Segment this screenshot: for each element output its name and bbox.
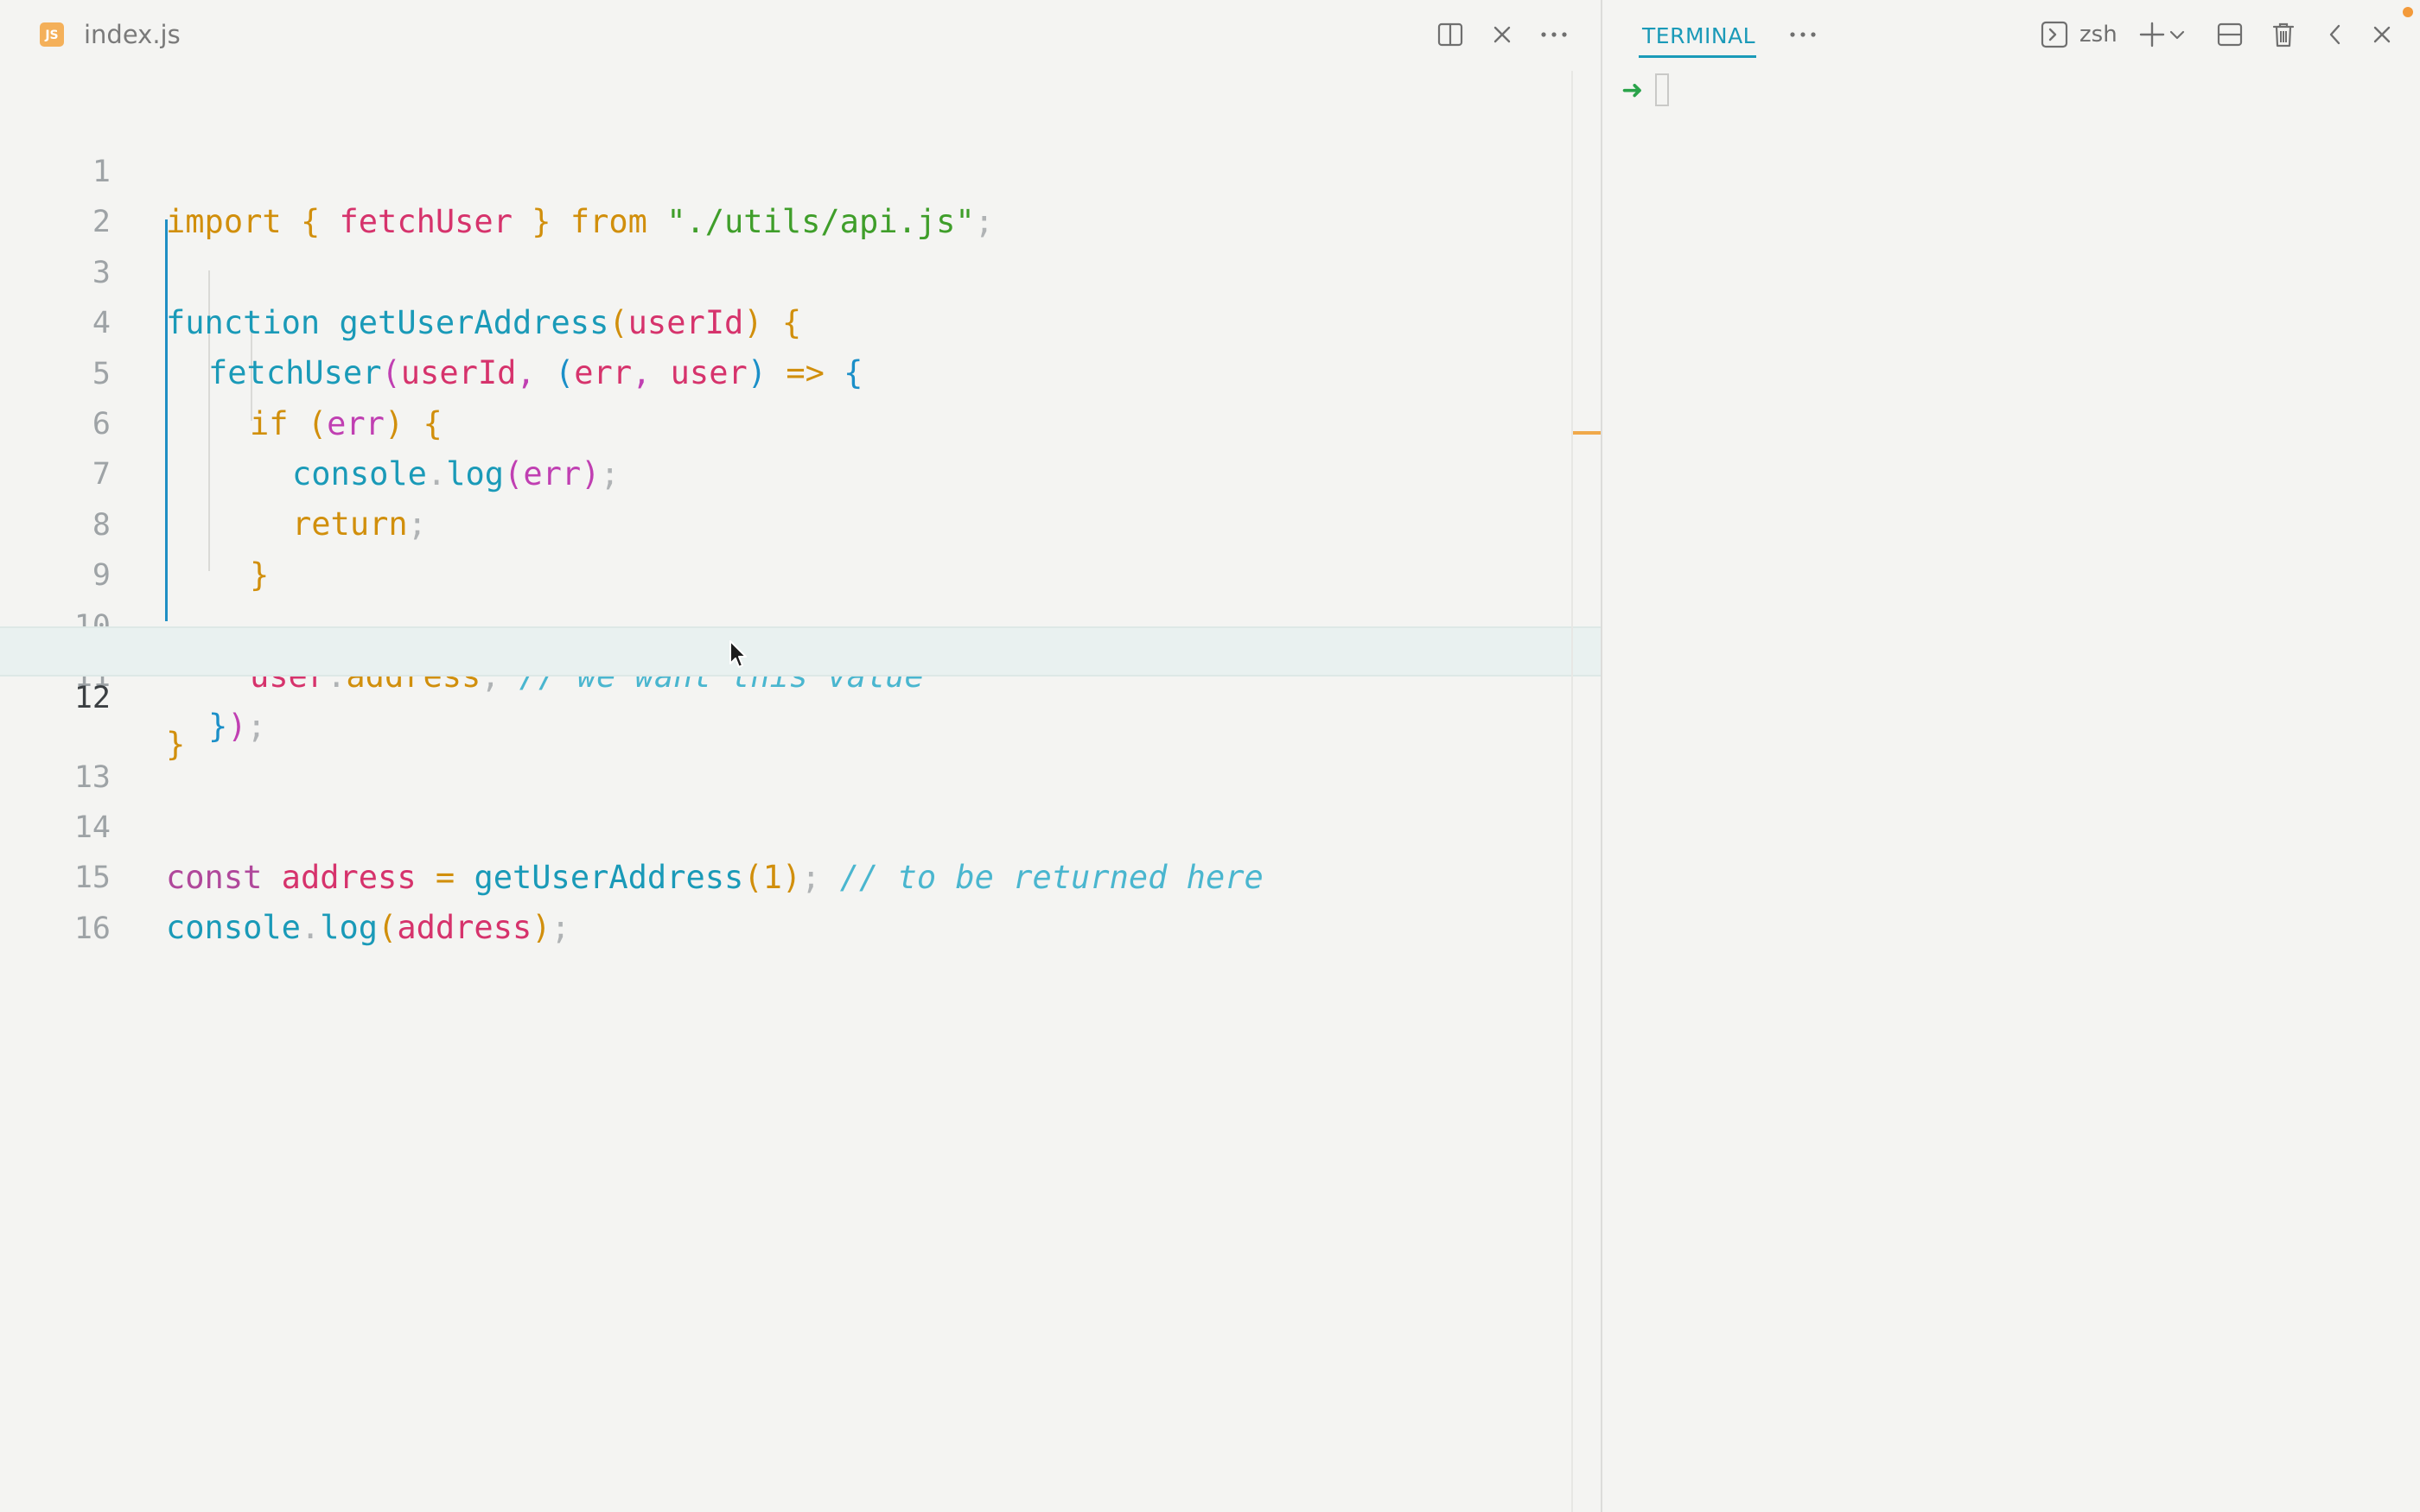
terminal-shell-icon [2041, 21, 2068, 48]
split-terminal-icon [2217, 22, 2243, 47]
split-terminal-button[interactable] [2211, 16, 2249, 54]
code-line-3: 3 function getUserAddress(userId) { [0, 198, 1601, 341]
overview-ruler[interactable] [1571, 71, 1573, 1512]
code-line-6: 6 console.log(err); [0, 349, 1601, 492]
active-tab-indicator [1639, 55, 1756, 58]
chevron-left-icon [2329, 24, 2340, 45]
chevron-down-icon [2169, 30, 2185, 40]
code-line-14: 14 const address = getUserAddress(1); //… [0, 753, 1601, 896]
terminal-prompt[interactable]: ➜ [1621, 71, 1670, 109]
add-icon [2139, 22, 2165, 48]
code-line-2: 2 [0, 147, 1601, 239]
close-editor-button[interactable] [1483, 16, 1521, 54]
close-icon [2373, 26, 2391, 43]
close-icon [1493, 26, 1511, 43]
code-line-7: 7 return; [0, 399, 1601, 543]
code-line-16: 16 [0, 854, 1601, 946]
editor-tab-title[interactable]: index.js [84, 17, 181, 52]
terminal-shell-label: zsh [2079, 22, 2118, 48]
split-editor-icon [1437, 22, 1463, 47]
overview-ruler-marker [1573, 431, 1601, 435]
trash-icon [2272, 22, 2295, 48]
close-terminal-button[interactable] [2363, 16, 2401, 54]
terminal-cursor [1655, 73, 1670, 106]
code-line-8: 8 } [0, 450, 1601, 594]
terminal-more-actions-button[interactable] [1784, 16, 1822, 54]
line-content: console.log(address); [166, 909, 570, 946]
terminal-panel: TERMINAL zsh ➜ [1602, 0, 2420, 1512]
terminal-profile-dropdown[interactable] [2164, 16, 2190, 54]
code-line-13: 13 [0, 702, 1601, 795]
tab-terminal[interactable]: TERMINAL [1642, 19, 1755, 54]
code-line-15: 15 console.log(address); [0, 803, 1601, 946]
javascript-file-icon: JS [40, 22, 64, 47]
terminal-back-button[interactable] [2316, 16, 2354, 54]
code-line-1: 1 import { fetchUser } from "./utils/api… [0, 97, 1601, 240]
code-line-9: 9 [0, 500, 1601, 593]
code-line-5: 5 if (err) { [0, 299, 1601, 442]
code-line-12-current: 12 } [0, 626, 1601, 763]
ide-window: JS index.js 1 import {fetchUser} from … [0, 0, 2420, 1512]
code-editor[interactable]: 1 import { fetchUser } from "./utils/api… [0, 76, 1601, 1512]
more-icon [1541, 32, 1567, 37]
code-line-4: 4 fetchUser(userId, (err, user) => { [0, 248, 1601, 391]
editor-more-actions-button[interactable] [1535, 16, 1573, 54]
mouse-pointer-icon [729, 640, 747, 668]
editor-pane: JS index.js 1 import {fetchUser} from … [0, 0, 1601, 1512]
more-icon [1790, 32, 1816, 37]
notification-dot [2403, 7, 2413, 17]
split-editor-button[interactable] [1431, 16, 1469, 54]
terminal-shell-selector[interactable]: zsh [2040, 17, 2118, 52]
line-number: 16 [73, 912, 111, 946]
prompt-arrow-icon: ➜ [1621, 74, 1644, 105]
editor-tab-bar: JS index.js [0, 0, 1601, 69]
code-line-10: 10 user.address; // we want this value [0, 551, 1601, 695]
kill-terminal-button[interactable] [2264, 16, 2302, 54]
